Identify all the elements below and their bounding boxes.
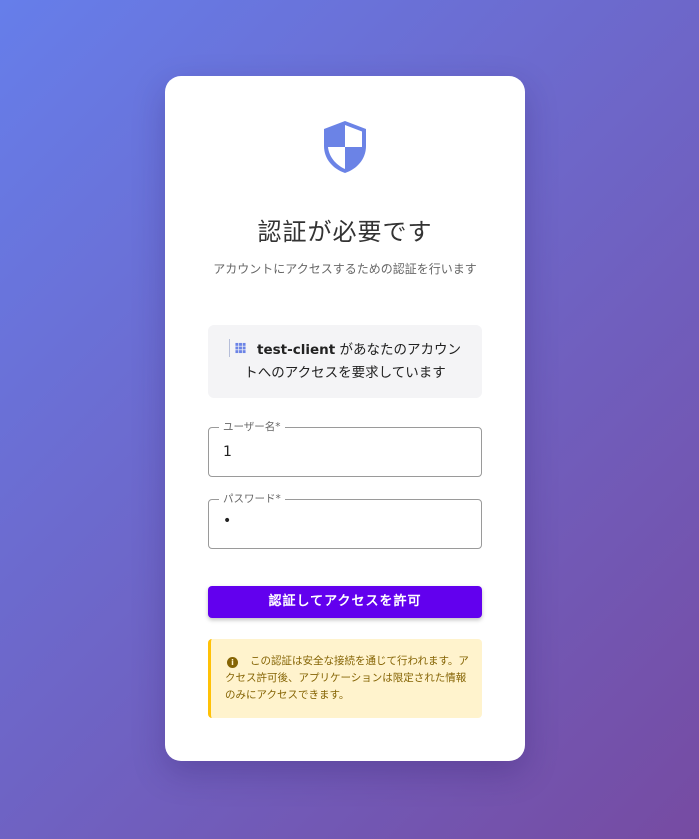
page-title: 認証が必要です <box>257 218 433 246</box>
apps-grid-icon <box>229 339 246 357</box>
password-label: パスワード* <box>219 492 285 506</box>
security-notice: i この認証は安全な接続を通じて行われます。アクセス許可後、アプリケーションは限定… <box>208 639 482 718</box>
auth-card: 認証が必要です アカウントにアクセスするための認証を行います test-clie… <box>165 76 525 761</box>
client-request-box: test-client があなたのアカウントへのアクセスを要求しています <box>208 325 482 398</box>
username-label: ユーザー名* <box>219 420 285 434</box>
info-icon: i <box>227 657 238 668</box>
username-field[interactable]: ユーザー名* 1 <box>208 420 482 477</box>
page-subtitle: アカウントにアクセスするための認証を行います <box>213 262 477 276</box>
password-field[interactable]: パスワード* • <box>208 492 482 549</box>
client-name: test-client <box>257 342 336 358</box>
username-value[interactable]: 1 <box>223 444 232 460</box>
notice-text: この認証は安全な接続を通じて行われます。アクセス許可後、アプリケーションは限定さ… <box>225 655 469 701</box>
password-value[interactable]: • <box>223 513 231 529</box>
authorize-button[interactable]: 認証してアクセスを許可 <box>208 586 482 618</box>
shield-icon <box>324 121 366 173</box>
